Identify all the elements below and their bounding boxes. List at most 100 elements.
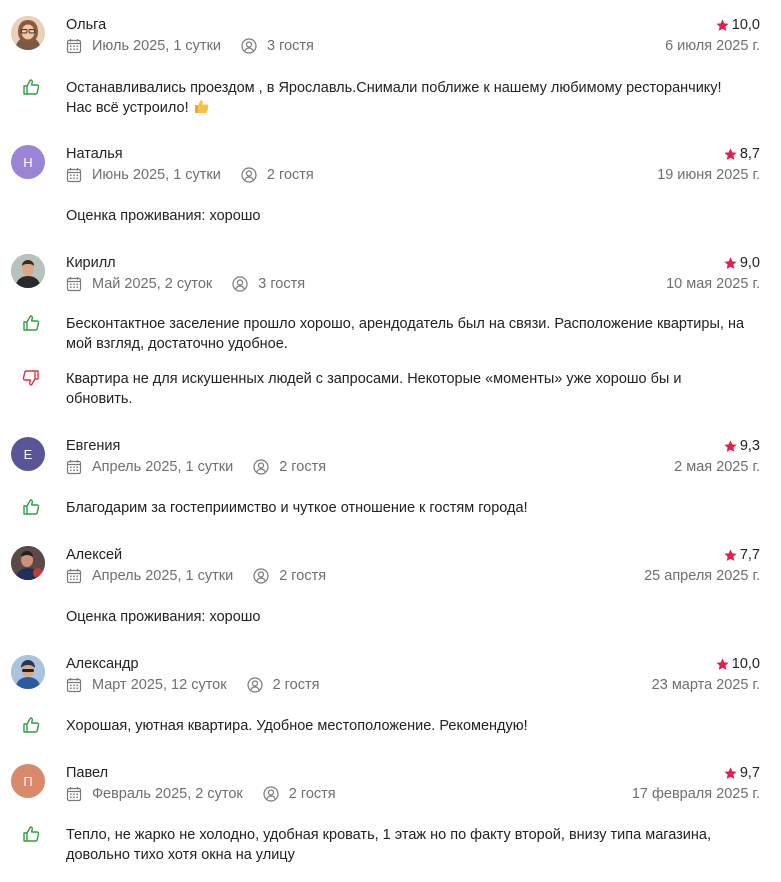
star-icon bbox=[715, 657, 730, 672]
avatar[interactable] bbox=[11, 16, 45, 50]
rating-value: 7,7 bbox=[739, 547, 760, 563]
guests-count: 2 гостя bbox=[288, 786, 336, 802]
guests-count: 3 гостя bbox=[258, 276, 306, 292]
thumbs-up-icon bbox=[22, 825, 40, 843]
positive-text-continued: мой взгляд, достаточно удобное. bbox=[66, 336, 288, 352]
negative-text-continued: обновить. bbox=[66, 391, 133, 407]
stay-meta: Апрель 2025, 1 сутки 2 гостя bbox=[66, 458, 326, 476]
calendar-icon bbox=[66, 677, 82, 693]
stay-period: Июнь 2025, 1 сутки bbox=[92, 167, 221, 183]
reviewer-name: Алексей bbox=[66, 547, 123, 563]
stay-period: Февраль 2025, 2 суток bbox=[92, 786, 243, 802]
positive-text: Хорошая, уютная квартира. Удобное местоп… bbox=[66, 718, 528, 734]
thumbs-up-icon bbox=[22, 498, 40, 516]
avatar-initial: П bbox=[23, 773, 33, 789]
positive-text: Останавливались проездом , в Ярославль.С… bbox=[66, 80, 722, 96]
review-date: 23 марта 2025 г. bbox=[651, 677, 760, 693]
reviewer-name: Александр bbox=[66, 656, 139, 672]
user-icon bbox=[241, 38, 257, 54]
review-date: 19 июня 2025 г. bbox=[657, 167, 760, 183]
calendar-icon bbox=[66, 38, 82, 54]
user-icon bbox=[232, 276, 248, 292]
stay-meta: Апрель 2025, 1 сутки 2 гостя bbox=[66, 567, 326, 585]
user-icon bbox=[241, 167, 257, 183]
calendar-icon bbox=[66, 167, 82, 183]
avatar[interactable] bbox=[11, 546, 45, 580]
review-text: Оценка проживания: хорошо bbox=[66, 609, 261, 625]
rating-value: 8,7 bbox=[739, 146, 760, 162]
avatar[interactable]: П bbox=[11, 764, 45, 798]
thumbs-up-icon bbox=[22, 314, 40, 332]
star-icon bbox=[723, 766, 738, 781]
positive-text: Благодарим за гостеприимство и чуткое от… bbox=[66, 500, 528, 516]
user-icon bbox=[253, 568, 269, 584]
thumbs-up-emoji-icon bbox=[194, 100, 209, 113]
user-photo-icon bbox=[11, 655, 45, 689]
positive-text-continued: Нас всё устроило! bbox=[66, 100, 189, 116]
positive-text-continued: довольно тихо хотя окна на улицу bbox=[66, 847, 295, 863]
stay-meta: Май 2025, 2 суток 3 гостя bbox=[66, 275, 305, 293]
guests-count: 2 гостя bbox=[272, 677, 320, 693]
stay-meta: Февраль 2025, 2 суток 2 гостя bbox=[66, 785, 336, 803]
calendar-icon bbox=[66, 459, 82, 475]
review-date: 6 июля 2025 г. bbox=[665, 38, 760, 54]
positive-text: Тепло, не жарко не холодно, удобная кров… bbox=[66, 827, 711, 843]
rating: 7,7 bbox=[723, 546, 760, 564]
stay-period: Апрель 2025, 1 сутки bbox=[92, 568, 234, 584]
stay-period: Апрель 2025, 1 сутки bbox=[92, 459, 234, 475]
thumbs-up-icon bbox=[22, 78, 40, 96]
user-icon bbox=[263, 786, 279, 802]
thumbs-up-icon bbox=[22, 716, 40, 734]
positive-text: Бесконтактное заселение прошло хорошо, а… bbox=[66, 316, 745, 332]
calendar-icon bbox=[66, 786, 82, 802]
calendar-icon bbox=[66, 276, 82, 292]
reviewer-name: Ольга bbox=[66, 17, 107, 33]
guests-count: 2 гостя bbox=[279, 568, 327, 584]
reviewer-name: Кирилл bbox=[66, 255, 116, 271]
stay-period: Май 2025, 2 суток bbox=[92, 276, 213, 292]
guests-count: 2 гостя bbox=[266, 167, 314, 183]
stay-period: Июль 2025, 1 сутки bbox=[92, 38, 222, 54]
avatar[interactable] bbox=[11, 254, 45, 288]
rating-value: 9,0 bbox=[739, 255, 760, 271]
user-photo-icon bbox=[11, 254, 45, 288]
star-icon bbox=[723, 439, 738, 454]
user-photo-icon bbox=[11, 546, 45, 580]
reviewer-name: Наталья bbox=[66, 146, 123, 162]
rating-value: 9,7 bbox=[739, 765, 760, 781]
guests-count: 2 гостя bbox=[279, 459, 327, 475]
rating-value: 9,3 bbox=[739, 438, 760, 454]
stay-period: Март 2025, 12 суток bbox=[92, 677, 227, 693]
rating: 9,7 bbox=[723, 764, 760, 782]
thumbs-down-icon bbox=[22, 369, 40, 387]
reviewer-name: Павел bbox=[66, 765, 109, 781]
avatar-initial: Е bbox=[23, 446, 33, 462]
user-icon bbox=[253, 459, 269, 475]
avatar[interactable]: Е bbox=[11, 437, 45, 471]
rating: 9,0 bbox=[723, 254, 760, 272]
star-icon bbox=[715, 18, 730, 33]
review-text: Оценка проживания: хорошо bbox=[66, 208, 261, 224]
guests-count: 3 гостя bbox=[267, 38, 314, 54]
review-date: 10 мая 2025 г. bbox=[666, 276, 760, 292]
review-date: 17 февраля 2025 г. bbox=[631, 786, 760, 802]
rating: 9,3 bbox=[723, 437, 760, 455]
negative-text: Квартира не для искушенных людей с запро… bbox=[66, 371, 682, 387]
review-date: 25 апреля 2025 г. bbox=[644, 568, 760, 584]
avatar[interactable]: Н bbox=[11, 145, 45, 179]
stay-meta: Июнь 2025, 1 сутки 2 гостя bbox=[66, 166, 314, 184]
avatar-initial: Н bbox=[23, 154, 33, 170]
stay-meta: Март 2025, 12 суток 2 гостя bbox=[66, 676, 319, 694]
review-date: 2 мая 2025 г. bbox=[674, 459, 760, 475]
rating: 10,0 bbox=[715, 16, 760, 34]
star-icon bbox=[723, 256, 738, 271]
star-icon bbox=[723, 548, 738, 563]
avatar[interactable] bbox=[11, 655, 45, 689]
user-photo-icon bbox=[11, 16, 45, 50]
rating: 8,7 bbox=[723, 145, 760, 163]
user-icon bbox=[247, 677, 263, 693]
calendar-icon bbox=[66, 568, 82, 584]
positive-text-line2: Нас всё устроило! bbox=[66, 97, 763, 119]
rating-value: 10,0 bbox=[731, 17, 760, 33]
rating: 10,0 bbox=[715, 655, 760, 673]
